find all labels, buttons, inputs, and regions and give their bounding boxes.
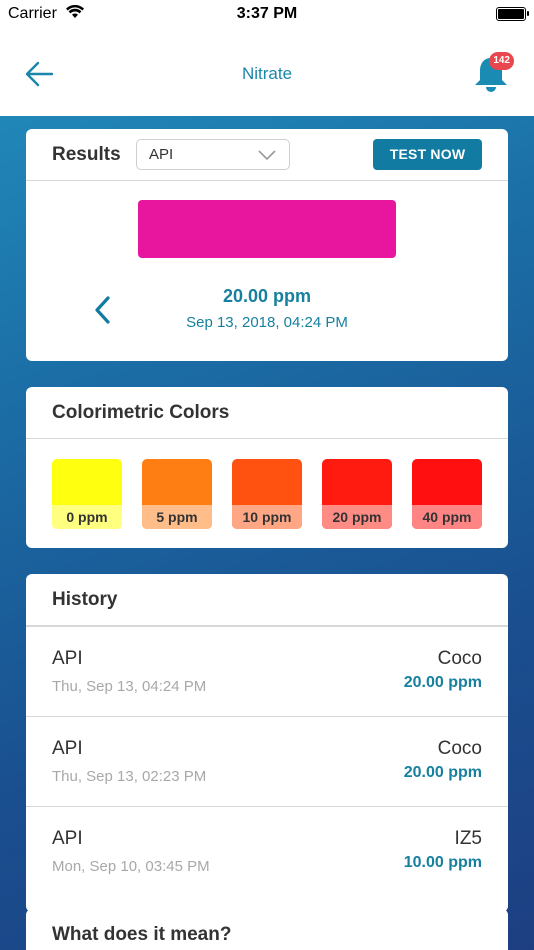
history-date: Thu, Sep 13, 02:23 PM: [52, 768, 207, 785]
colorimetric-card: Colorimetric Colors 0 ppm 5 ppm 10 ppm 2…: [26, 387, 508, 548]
test-now-button[interactable]: TEST NOW: [373, 139, 482, 170]
top-bar: Carrier 3:37 PM Nitrate 142: [0, 0, 534, 116]
battery-icon: [496, 7, 529, 21]
color-tile-label: 10 ppm: [232, 505, 302, 529]
result-color-swatch: [138, 200, 396, 258]
color-tile-label: 40 ppm: [412, 505, 482, 529]
history-header: History: [26, 574, 508, 626]
color-tile-label: 5 ppm: [142, 505, 212, 529]
history-value: 20.00 ppm: [403, 764, 482, 781]
color-tile-label: 0 ppm: [52, 505, 122, 529]
history-date: Mon, Sep 10, 03:45 PM: [52, 858, 210, 875]
history-value: 20.00 ppm: [403, 674, 482, 691]
color-tile: 10 ppm: [232, 459, 302, 529]
colorimetric-header: Colorimetric Colors: [26, 387, 508, 439]
history-row[interactable]: API Thu, Sep 13, 04:24 PM Coco 20.00 ppm: [26, 626, 508, 716]
status-bar: Carrier 3:37 PM: [0, 0, 534, 30]
test-type-value: API: [149, 146, 174, 163]
history-row[interactable]: API Thu, Sep 13, 02:23 PM Coco 20.00 ppm: [26, 716, 508, 806]
meaning-header: What does it mean?: [26, 909, 508, 950]
meaning-title: What does it mean?: [52, 924, 232, 945]
color-tile: 5 ppm: [142, 459, 212, 529]
notification-badge: 142: [489, 52, 514, 70]
nav-bar: Nitrate 142: [0, 30, 534, 116]
history-test-name: API: [52, 648, 83, 669]
test-type-select[interactable]: API: [136, 139, 290, 170]
history-date: Thu, Sep 13, 04:24 PM: [52, 678, 207, 695]
color-scale: 0 ppm 5 ppm 10 ppm 20 ppm 40 ppm: [52, 459, 482, 529]
history-location: IZ5: [454, 828, 482, 849]
result-date: Sep 13, 2018, 04:24 PM: [186, 314, 348, 331]
color-tile: 0 ppm: [52, 459, 122, 529]
chevron-down-icon: [257, 148, 277, 162]
history-title: History: [52, 589, 118, 610]
history-test-name: API: [52, 738, 83, 759]
history-location: Coco: [437, 648, 482, 669]
color-tile: 20 ppm: [322, 459, 392, 529]
results-header: Results API TEST NOW: [26, 129, 508, 181]
color-tile-label: 20 ppm: [322, 505, 392, 529]
history-row[interactable]: API Mon, Sep 10, 03:45 PM IZ5 10.00 ppm: [26, 806, 508, 896]
results-card: Results API TEST NOW 20.00 ppm Sep 13, 2…: [26, 129, 508, 361]
history-location: Coco: [437, 738, 482, 759]
results-title: Results: [52, 144, 121, 165]
color-tile: 40 ppm: [412, 459, 482, 529]
history-value: 10.00 ppm: [403, 854, 482, 871]
meaning-card: What does it mean?: [26, 909, 508, 950]
result-reading: 20.00 ppm: [222, 286, 312, 306]
page-title: Nitrate: [241, 64, 293, 83]
history-test-name: API: [52, 828, 83, 849]
history-card: History API Thu, Sep 13, 04:24 PM Coco 2…: [26, 574, 508, 912]
status-time: 3:37 PM: [236, 5, 298, 22]
colorimetric-title: Colorimetric Colors: [52, 402, 230, 423]
